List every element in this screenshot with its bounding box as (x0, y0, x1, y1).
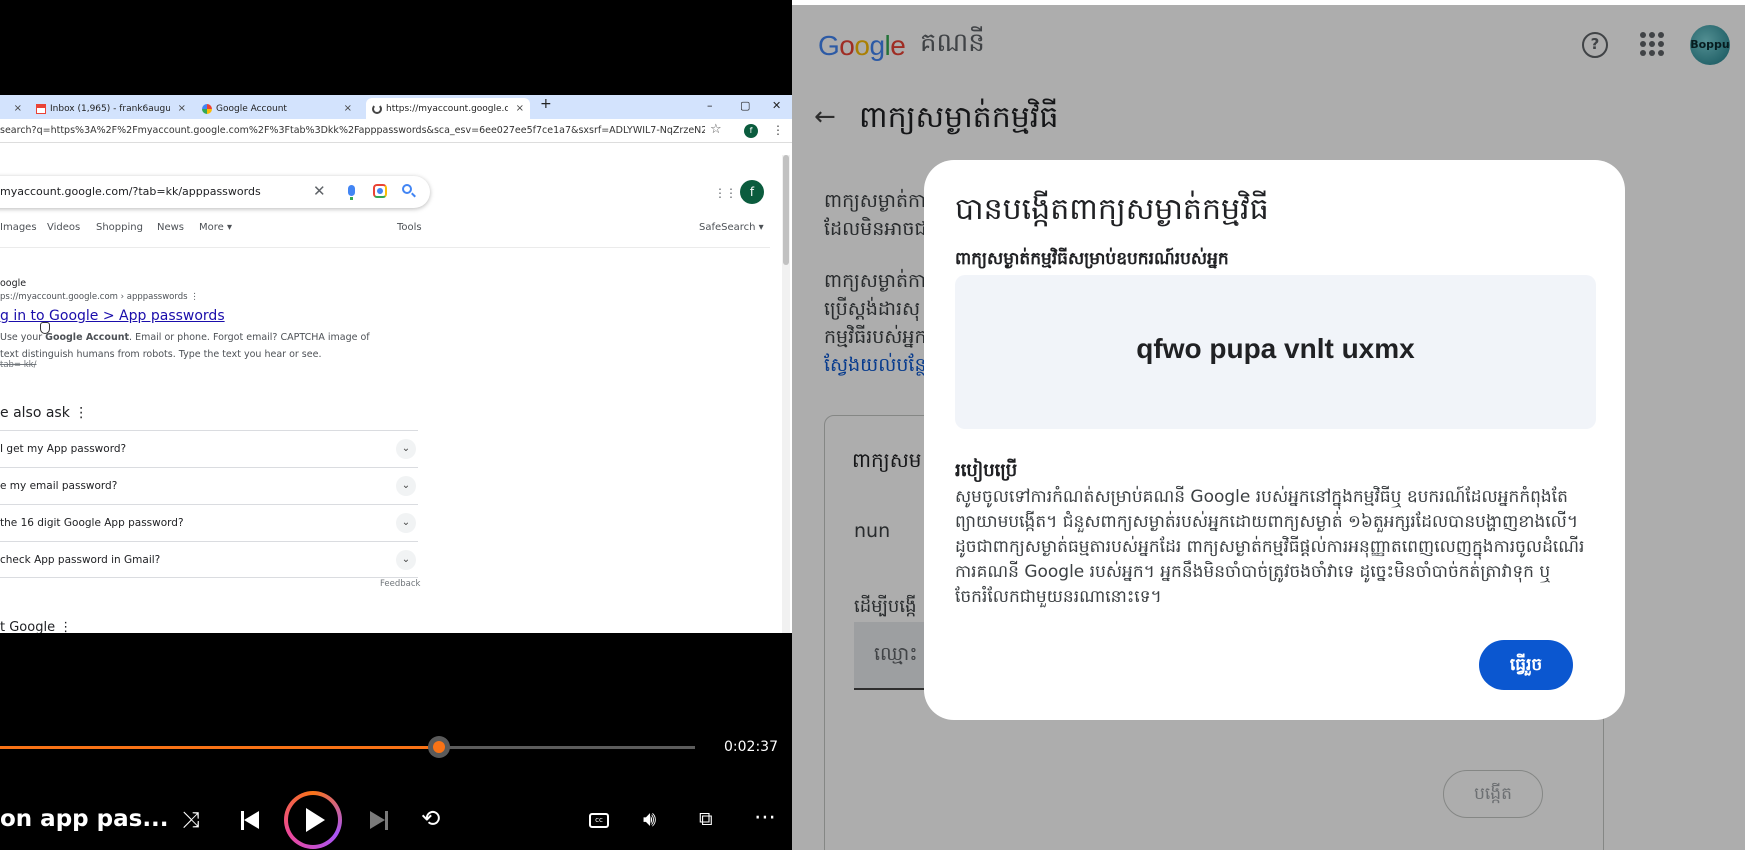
paa-question-text: e my email password? (0, 480, 118, 492)
paa-question[interactable]: the 16 digit Google App password? ⌄ (0, 504, 418, 541)
how-to-heading: របៀបប្រើ (955, 460, 1018, 481)
address-bar[interactable]: search?q=https%3A%2F%2Fmyaccount.google.… (0, 119, 792, 143)
screen: × Inbox (1,965) - frank6augustine × Goog… (0, 0, 1745, 850)
paa-question[interactable]: I get my App password? ⌄ (0, 430, 418, 467)
result-missing-term: tab= kk/ (0, 360, 37, 370)
feedback-link[interactable]: Feedback (380, 579, 420, 589)
google-g-icon (202, 103, 212, 114)
paa-question-text: the 16 digit Google App password? (0, 517, 184, 529)
video-frame: × Inbox (1,965) - frank6augustine × Goog… (0, 95, 792, 633)
browser-tab-myaccount[interactable]: https://myaccount.google.com × (366, 98, 530, 119)
safesearch-toggle[interactable]: SafeSearch ▾ (699, 222, 764, 233)
google-avatar[interactable]: f (740, 180, 764, 204)
nav-videos[interactable]: Videos (47, 222, 80, 233)
page-scrollbar[interactable] (782, 155, 790, 633)
captions-icon[interactable]: cc (589, 813, 609, 828)
tab-close-icon[interactable]: × (14, 103, 22, 114)
search-icon[interactable] (402, 184, 412, 194)
nav-more[interactable]: More ▾ (199, 222, 232, 233)
people-also-ask-heading: e also ask ⋮ (0, 405, 89, 421)
scrollbar-thumb[interactable] (783, 155, 789, 265)
browser-tab-bar: × Inbox (1,965) - frank6augustine × Goog… (0, 95, 792, 119)
media-player-window: × Inbox (1,965) - frank6augustine × Goog… (0, 0, 792, 850)
app-password-dialog: បានបង្កើតពាក្យសម្ងាត់កម្មវិធី ពាក្យសម្ងា… (924, 160, 1625, 720)
google-lens-icon[interactable] (373, 184, 387, 198)
mouse-cursor-icon (40, 322, 50, 334)
miniplayer-icon[interactable]: ⧉ (699, 808, 713, 830)
browser-tab-google-account[interactable]: Google Account × (196, 98, 358, 119)
section-heading: t Google ⋮ (0, 620, 73, 633)
generated-password-box: qfwo pupa vnlt uxmx (955, 275, 1596, 429)
more-icon[interactable]: ⋯ (754, 805, 776, 830)
nav-shopping[interactable]: Shopping (96, 222, 143, 233)
tab-label: Inbox (1,965) - frank6augustine (50, 103, 170, 114)
address-text[interactable]: search?q=https%3A%2F%2Fmyaccount.google.… (0, 125, 705, 136)
media-title: on app pas... (0, 806, 169, 832)
paa-question-text: check App password in Gmail? (0, 554, 161, 566)
tab-label: Google Account (216, 103, 287, 114)
volume-icon[interactable]: 🔊︎ (643, 807, 656, 832)
search-nav: Images Videos Shopping News More ▾ Tools… (0, 222, 770, 238)
nav-tools[interactable]: Tools (397, 222, 422, 233)
generated-password[interactable]: qfwo pupa vnlt uxmx (955, 333, 1596, 365)
play-icon (306, 808, 325, 832)
seek-bar[interactable] (0, 746, 695, 749)
browser-menu-icon[interactable]: ⋮ (772, 123, 784, 137)
tab-close-icon[interactable]: × (344, 103, 352, 114)
maximize-button[interactable]: ▢ (740, 99, 750, 112)
chevron-down-icon[interactable]: ⌄ (396, 476, 416, 496)
browser-tab-partial[interactable]: × (0, 98, 28, 119)
dialog-subtitle: ពាក្យសម្ងាត់កម្មវិធីសម្រាប់ឧបករណ៍របស់អ្ន… (955, 249, 1229, 269)
chevron-down-icon[interactable]: ⌄ (396, 513, 416, 533)
tab-label: https://myaccount.google.com (386, 103, 508, 114)
new-tab-button[interactable]: + (540, 96, 552, 112)
result-snippet: Use your Google Account. Email or phone.… (0, 329, 370, 363)
chevron-down-icon[interactable]: ⌄ (396, 439, 416, 459)
done-button[interactable]: ធ្វើរួច (1479, 640, 1573, 690)
elapsed-time: 0:02:37 (724, 739, 778, 755)
tab-close-icon[interactable]: × (516, 103, 524, 114)
divider (0, 247, 770, 248)
browser-profile-icon[interactable]: f (744, 124, 758, 138)
browser-tab-gmail[interactable]: Inbox (1,965) - frank6augustine × (30, 98, 192, 119)
snippet-bold: Google Account (45, 332, 130, 343)
search-query[interactable]: myaccount.google.com/?tab=kk/apppassword… (0, 185, 261, 198)
search-box[interactable]: myaccount.google.com/?tab=kk/apppassword… (0, 176, 430, 208)
clear-search-icon[interactable]: ✕ (313, 182, 326, 200)
gmail-icon (36, 103, 46, 114)
paa-question[interactable]: e my email password? ⌄ (0, 467, 418, 504)
play-button[interactable] (284, 791, 342, 849)
chevron-down-icon[interactable]: ⌄ (396, 550, 416, 570)
nav-news[interactable]: News (157, 222, 184, 233)
paa-question[interactable]: check App password in Gmail? ⌄ (0, 541, 418, 578)
dialog-title: បានបង្កើតពាក្យសម្ងាត់កម្មវិធី (955, 192, 1269, 227)
paa-question-text: I get my App password? (0, 443, 127, 455)
minimize-button[interactable]: – (707, 99, 713, 112)
close-window-button[interactable]: ✕ (772, 99, 781, 112)
voice-search-icon[interactable] (348, 185, 355, 200)
result-url[interactable]: ps://myaccount.google.com › apppasswords… (0, 292, 199, 302)
google-account-page: Google គណនី ? Boppu ← ពាក្យសម្ងាត់កម្មវិ… (792, 0, 1745, 850)
nav-images[interactable]: Images (0, 222, 37, 233)
loading-icon (372, 103, 382, 114)
repeat-icon[interactable]: ⟲ (421, 806, 440, 832)
result-title-link[interactable]: g in to Google > App passwords (0, 308, 225, 324)
how-to-text: សូមចូលទៅការកំណត់សម្រាប់គណនី Google របស់អ… (955, 487, 1585, 607)
tab-close-icon[interactable]: × (178, 103, 186, 114)
shuffle-icon[interactable]: ⤨ (182, 808, 200, 833)
result-site-name: oogle (0, 278, 27, 289)
seek-progress (0, 746, 440, 749)
bookmark-star-icon[interactable]: ☆ (710, 122, 722, 137)
seek-handle[interactable] (428, 736, 451, 758)
snippet-text: Use your (0, 332, 46, 343)
